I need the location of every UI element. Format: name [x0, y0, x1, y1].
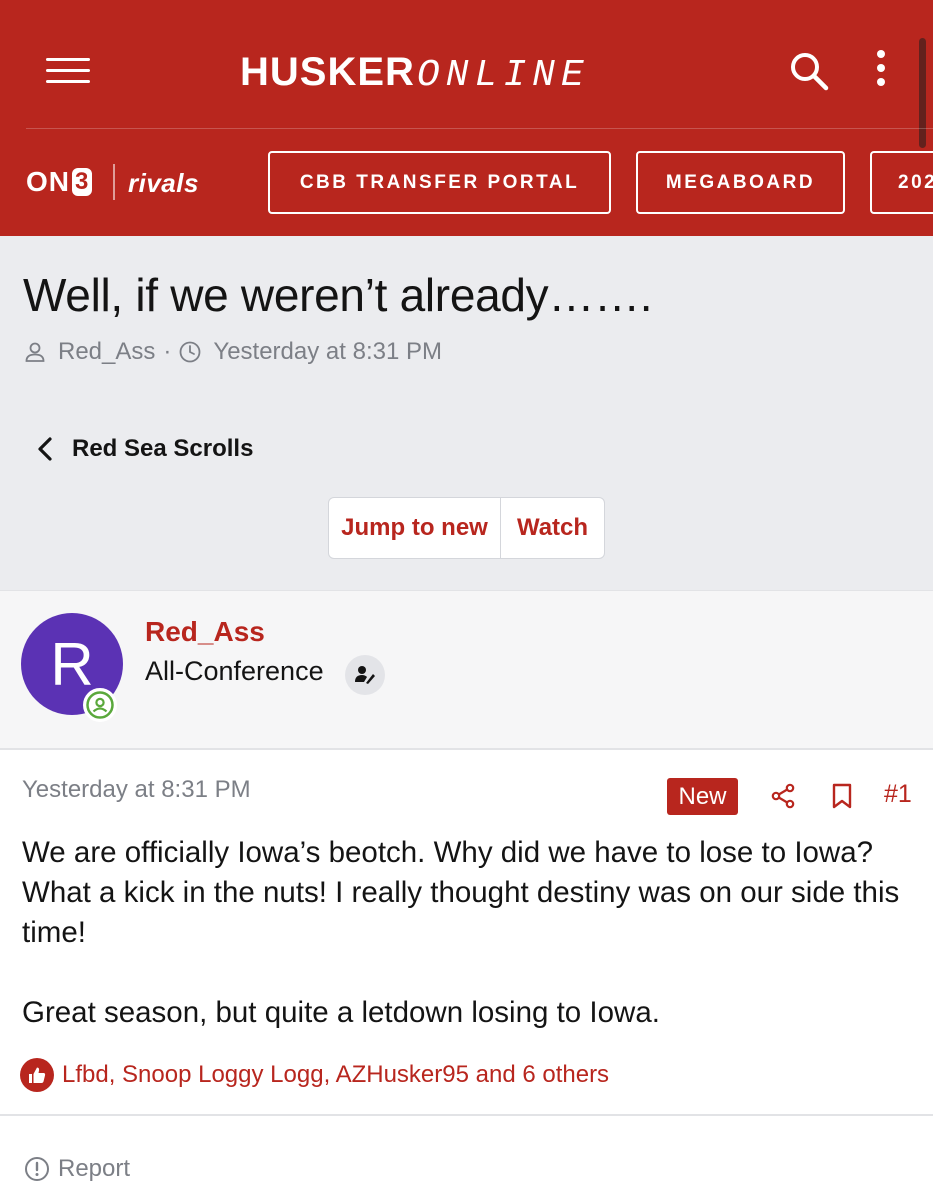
thread-title: Well, if we weren’t already…….	[23, 269, 653, 321]
post-footer-divider	[0, 1114, 933, 1116]
report-button[interactable]: Report	[24, 1152, 130, 1186]
rivals-logo[interactable]: rivals	[128, 168, 199, 199]
role-icon[interactable]	[345, 655, 385, 695]
breadcrumb-back[interactable]: Red Sea Scrolls	[36, 430, 253, 468]
post-paragraph: Great season, but quite a letdown losing…	[22, 996, 660, 1029]
chevron-left-icon	[38, 437, 52, 461]
scrollbar[interactable]	[919, 38, 926, 148]
reactions-text: Lfbd, Snoop Loggy Logg, AZHusker95 and 6…	[62, 1061, 610, 1088]
jump-to-new-button[interactable]: Jump to new	[329, 498, 501, 558]
alert-circle-icon	[25, 1157, 49, 1181]
user-icon	[25, 342, 45, 362]
reactions-summary[interactable]: Lfbd, Snoop Loggy Logg, AZHusker95 and 6…	[20, 1056, 609, 1094]
post-username[interactable]: Red_Ass	[145, 616, 265, 648]
more-vertical-icon[interactable]	[866, 50, 896, 94]
online-status-icon	[83, 688, 117, 722]
post-paragraph: We are officially Iowa’s beotch. Why did…	[22, 836, 900, 949]
nav-item-partial[interactable]: 202	[870, 151, 933, 214]
post-number-link[interactable]: #1	[884, 780, 912, 809]
post-user-block	[0, 590, 933, 750]
share-icon[interactable]	[770, 783, 796, 809]
new-badge: New	[667, 778, 738, 815]
watch-button[interactable]: Watch	[501, 498, 604, 558]
on3-logo[interactable]: ON 3	[26, 166, 93, 198]
thread-meta: Red_Ass · Yesterday at 8:31 PM	[24, 336, 442, 368]
bookmark-icon[interactable]	[830, 783, 854, 809]
nav-cbb-transfer-portal[interactable]: CBB TRANSFER PORTAL	[268, 151, 611, 214]
post-body: We are officially Iowa’s beotch. Why did…	[22, 833, 922, 1073]
like-icon	[20, 1058, 54, 1092]
report-label: Report	[58, 1155, 131, 1182]
site-logo[interactable]: HUSKER ONLINE	[240, 50, 590, 97]
breadcrumb-forum-label: Red Sea Scrolls	[72, 435, 254, 462]
search-icon[interactable]	[788, 50, 832, 94]
post-date[interactable]: Yesterday at 8:31 PM	[22, 776, 251, 804]
nav-megaboard[interactable]: MEGABOARD	[636, 151, 845, 214]
clock-icon	[179, 341, 201, 363]
header-divider	[26, 128, 933, 129]
thread-date[interactable]: Yesterday at 8:31 PM	[213, 338, 442, 366]
thread-actions: Jump to new Watch	[328, 497, 605, 559]
meta-separator: ·	[163, 338, 172, 365]
thread-author[interactable]: Red_Ass	[58, 338, 155, 366]
logo-separator	[113, 164, 115, 200]
menu-icon[interactable]	[46, 58, 90, 84]
user-title: All-Conference	[145, 656, 324, 686]
